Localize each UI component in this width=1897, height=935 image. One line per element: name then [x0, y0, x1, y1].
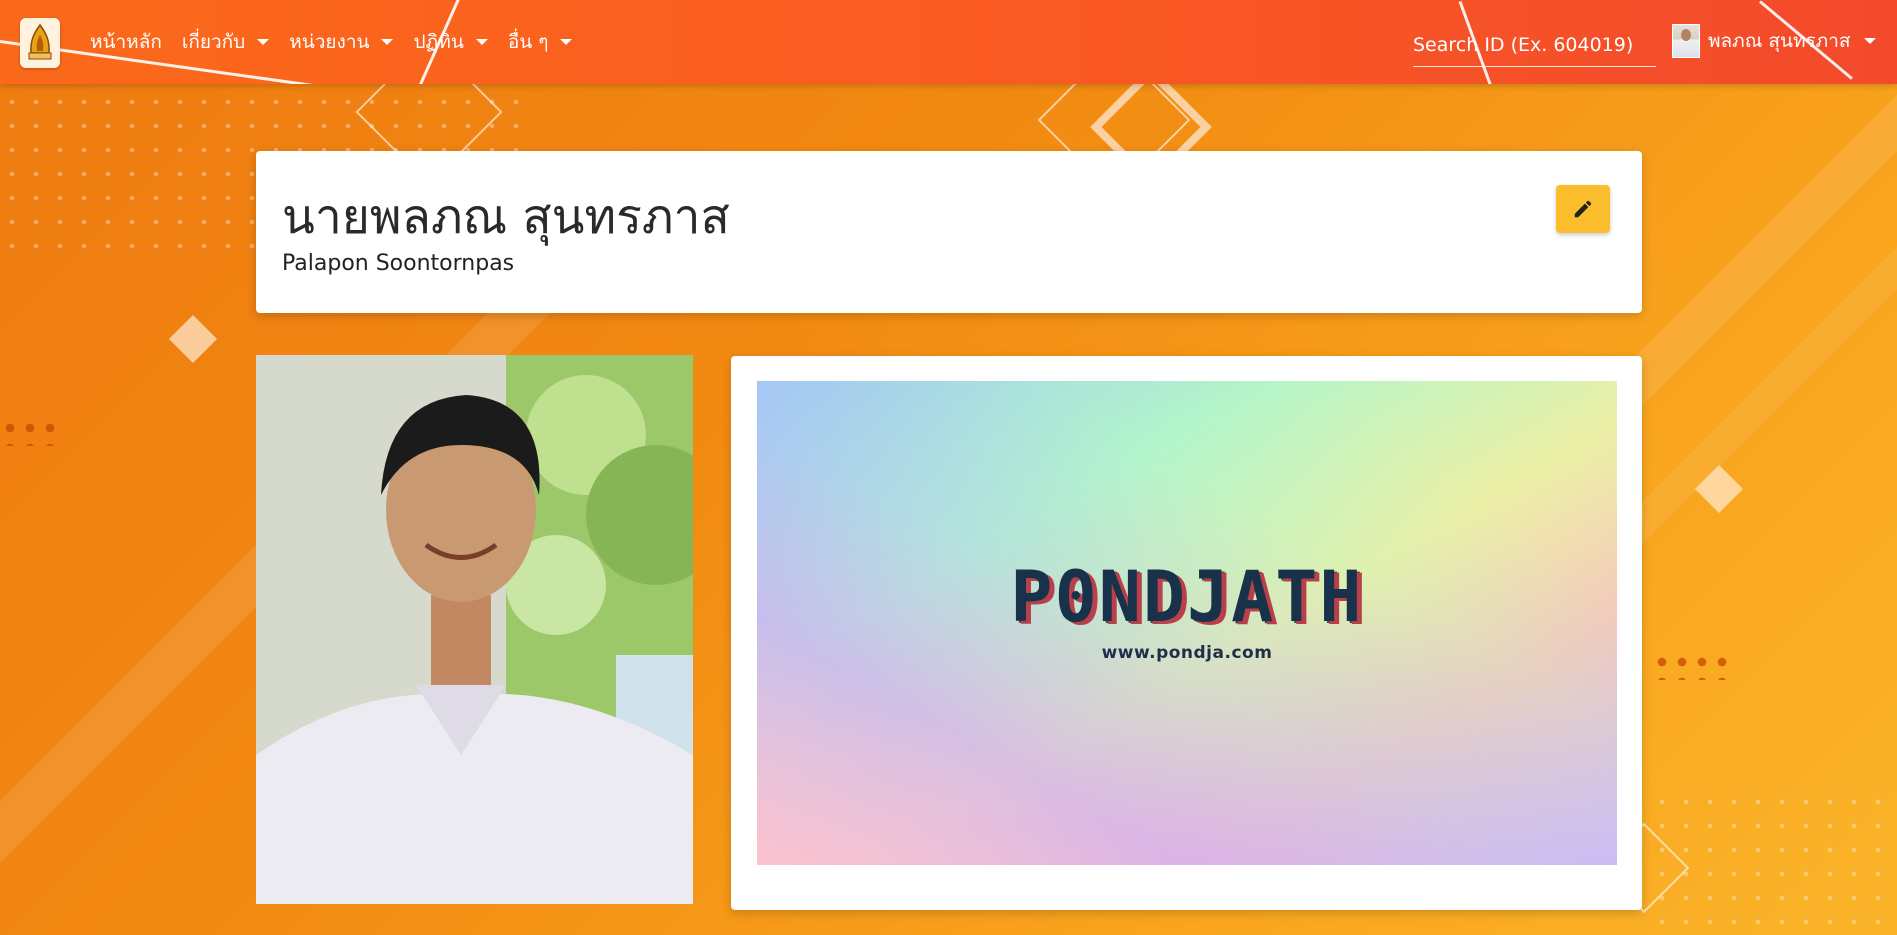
- pencil-icon: [1574, 200, 1592, 218]
- profile-name-card: นายพลภณ สุนทรภาส Palapon Soontornpas: [256, 151, 1642, 313]
- nav-item-other[interactable]: อื่น ๆ: [508, 27, 573, 57]
- banner-card: P0NDJATH www.pondja.com: [731, 356, 1642, 910]
- user-menu[interactable]: พลภณ สุนทรภาส: [1672, 24, 1877, 58]
- profile-photo: [256, 355, 693, 904]
- search-input[interactable]: [1413, 24, 1656, 67]
- caret-down-icon: [560, 39, 573, 45]
- user-name: พลภณ สุนทรภาส: [1708, 30, 1851, 52]
- brand-url: www.pondja.com: [1101, 643, 1273, 663]
- caret-down-icon: [1864, 38, 1877, 44]
- nav-item-departments[interactable]: หน่วยงาน: [289, 27, 394, 57]
- nav-item-about[interactable]: เกี่ยวกับ: [182, 27, 270, 57]
- banner-image: P0NDJATH www.pondja.com: [757, 381, 1617, 865]
- top-navbar: หน้าหลัก เกี่ยวกับ หน่วยงาน ปฏิทิน อื่น …: [0, 0, 1897, 84]
- profile-name-english: Palapon Soontornpas: [282, 251, 515, 276]
- avatar: [1672, 24, 1700, 58]
- nav-item-calendar[interactable]: ปฏิทิน: [413, 27, 488, 57]
- nav-item-home[interactable]: หน้าหลัก: [90, 27, 162, 57]
- caret-down-icon: [475, 39, 488, 45]
- profile-name-thai: นายพลภณ สุนทรภาส: [282, 189, 730, 245]
- caret-down-icon: [257, 39, 270, 45]
- brand-logo-text: P0NDJATH: [1010, 556, 1364, 638]
- caret-down-icon: [381, 39, 394, 45]
- main-menu: หน้าหลัก เกี่ยวกับ หน่วยงาน ปฏิทิน อื่น …: [90, 0, 573, 84]
- school-emblem-icon[interactable]: [20, 18, 60, 68]
- edit-button[interactable]: [1556, 185, 1610, 233]
